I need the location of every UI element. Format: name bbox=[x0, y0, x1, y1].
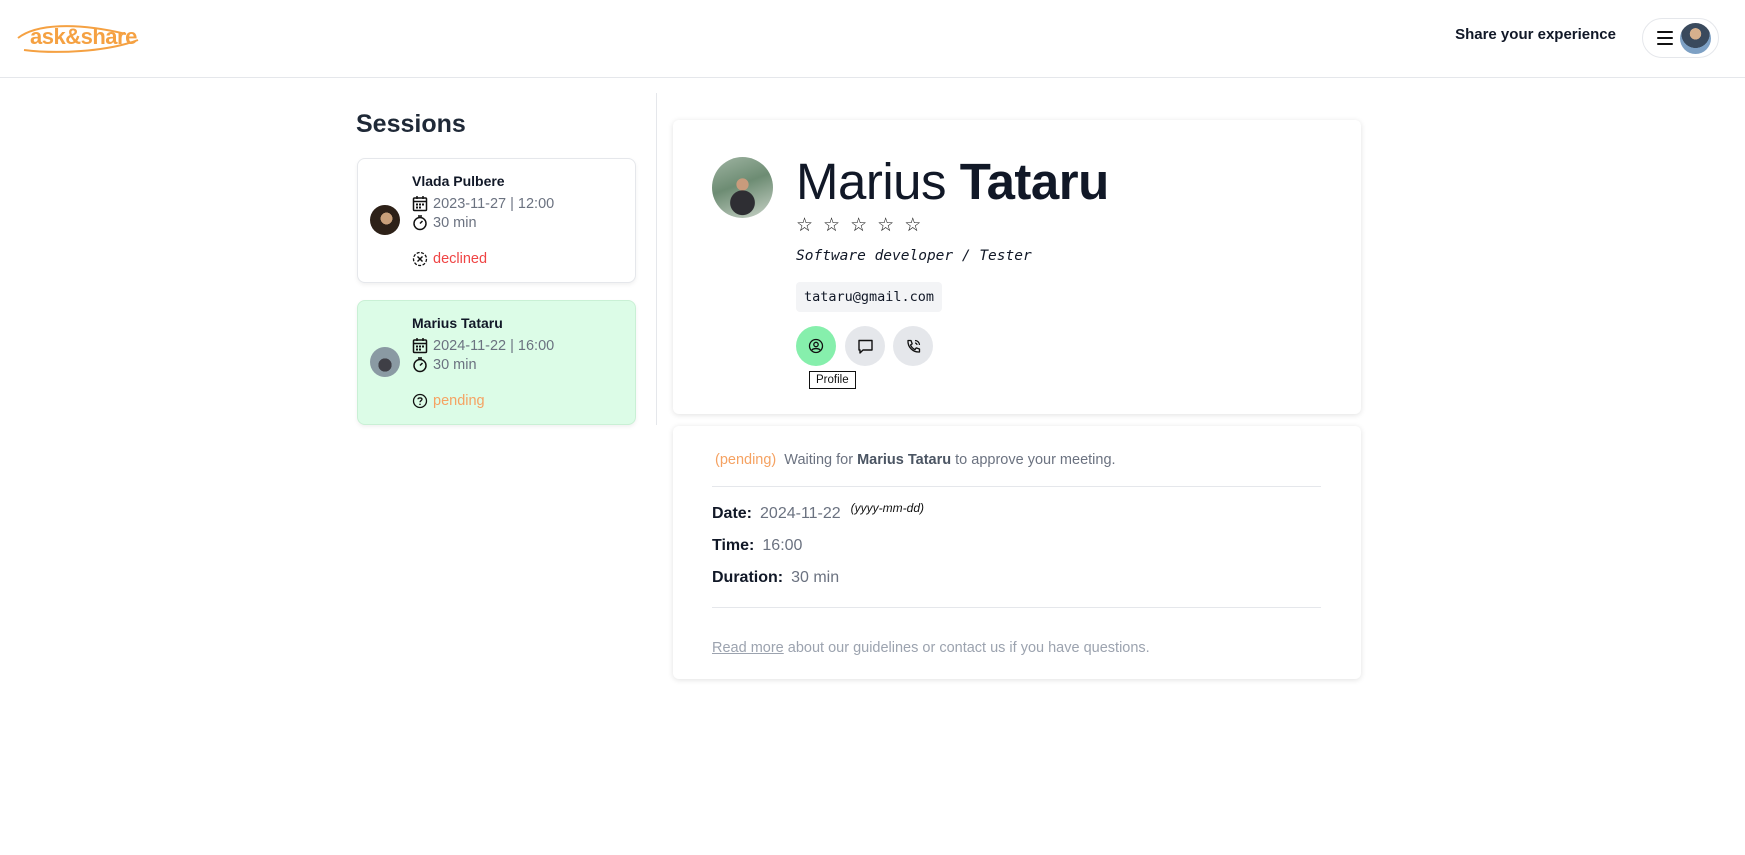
read-more-link[interactable]: Read more bbox=[712, 640, 784, 656]
time-value: 16:00 bbox=[762, 537, 803, 554]
column-divider bbox=[656, 93, 657, 425]
avatar bbox=[712, 157, 773, 218]
divider bbox=[712, 607, 1321, 608]
star-icon[interactable]: ☆ bbox=[850, 216, 867, 236]
meeting-details-card: (pending) Waiting for Marius Tataru to a… bbox=[673, 426, 1361, 679]
chat-icon bbox=[857, 339, 873, 354]
status-text: declined bbox=[433, 251, 488, 267]
session-datetime-text: 2024-11-22 | 16:00 bbox=[433, 337, 555, 354]
session-datetime-text: 2023-11-27 | 12:00 bbox=[433, 195, 555, 212]
session-duration: 30 min bbox=[412, 215, 477, 231]
date-value: 2024-11-22 bbox=[760, 505, 841, 522]
divider bbox=[712, 486, 1321, 487]
time-label: Time: bbox=[712, 537, 755, 554]
avatar bbox=[370, 347, 400, 377]
timer-icon bbox=[413, 215, 427, 231]
session-name: Vlada Pulbere bbox=[412, 173, 505, 189]
session-name: Marius Tataru bbox=[412, 315, 503, 331]
calendar-icon bbox=[412, 196, 428, 212]
session-datetime: 2024-11-22 | 16:00 bbox=[412, 337, 554, 354]
profile-last-name: Tataru bbox=[959, 153, 1110, 210]
logo[interactable]: ask&share bbox=[16, 20, 140, 56]
question-circle-icon bbox=[412, 393, 428, 409]
date-row: Date: 2024-11-22 (yyyy-mm-dd) bbox=[712, 501, 924, 523]
phone-icon bbox=[906, 339, 920, 353]
sessions-title: Sessions bbox=[356, 110, 466, 138]
call-button[interactable] bbox=[893, 326, 933, 366]
profile-first-name: Marius bbox=[796, 153, 947, 210]
star-icon[interactable]: ☆ bbox=[823, 216, 840, 236]
star-icon[interactable]: ☆ bbox=[796, 216, 813, 236]
status-badge: pending bbox=[412, 393, 485, 409]
guidelines-note: Read more about our guidelines or contac… bbox=[712, 640, 1150, 656]
status-text: pending bbox=[433, 393, 485, 409]
profile-name: Marius Tataru bbox=[796, 150, 1109, 214]
x-circle-icon bbox=[412, 251, 428, 267]
profile-role: Software developer / Tester bbox=[796, 248, 1032, 264]
rating-stars[interactable]: ☆ ☆ ☆ ☆ ☆ bbox=[796, 216, 921, 236]
message-prefix: Waiting for bbox=[784, 452, 854, 468]
time-row: Time: 16:00 bbox=[712, 537, 802, 555]
status-badge: declined bbox=[412, 251, 487, 267]
message-name: Marius Tataru bbox=[857, 452, 952, 468]
chat-button[interactable] bbox=[845, 326, 885, 366]
session-card-selected[interactable]: Marius Tataru 2024-11-22 | 16:00 30 min … bbox=[357, 300, 636, 425]
star-icon[interactable]: ☆ bbox=[877, 216, 894, 236]
duration-label: Duration: bbox=[712, 569, 784, 586]
hamburger-menu-icon bbox=[1657, 31, 1673, 45]
message-suffix: to approve your meeting. bbox=[955, 452, 1116, 468]
meeting-status-message: (pending) Waiting for Marius Tataru to a… bbox=[715, 452, 1116, 468]
session-datetime: 2023-11-27 | 12:00 bbox=[412, 195, 554, 212]
avatar bbox=[370, 205, 400, 235]
duration-value: 30 min bbox=[791, 569, 840, 586]
user-circle-icon bbox=[808, 338, 824, 354]
user-menu-button[interactable] bbox=[1642, 18, 1719, 58]
avatar bbox=[1680, 23, 1711, 54]
share-experience-link[interactable]: Share your experience bbox=[1455, 26, 1616, 43]
top-navbar: ask&share Share your experience bbox=[0, 0, 1745, 78]
date-format-hint: (yyyy-mm-dd) bbox=[850, 501, 924, 515]
session-duration-text: 30 min bbox=[433, 357, 477, 373]
date-label: Date: bbox=[712, 505, 753, 522]
duration-row: Duration: 30 min bbox=[712, 569, 839, 587]
star-icon[interactable]: ☆ bbox=[904, 216, 921, 236]
profile-card: Marius Tataru ☆ ☆ ☆ ☆ ☆ Software develop… bbox=[673, 120, 1361, 414]
session-card[interactable]: Vlada Pulbere 2023-11-27 | 12:00 30 min … bbox=[357, 158, 636, 283]
guidelines-text: about our guidelines or contact us if yo… bbox=[787, 640, 1150, 656]
logo-text: ask&share bbox=[30, 24, 137, 49]
calendar-icon bbox=[412, 338, 428, 354]
profile-email: tataru@gmail.com bbox=[796, 282, 943, 312]
profile-button[interactable] bbox=[796, 326, 836, 366]
session-duration-text: 30 min bbox=[433, 215, 477, 231]
status-tag: (pending) bbox=[715, 452, 777, 468]
timer-icon bbox=[413, 357, 427, 373]
profile-tooltip: Profile bbox=[809, 371, 856, 389]
session-duration: 30 min bbox=[412, 357, 477, 373]
